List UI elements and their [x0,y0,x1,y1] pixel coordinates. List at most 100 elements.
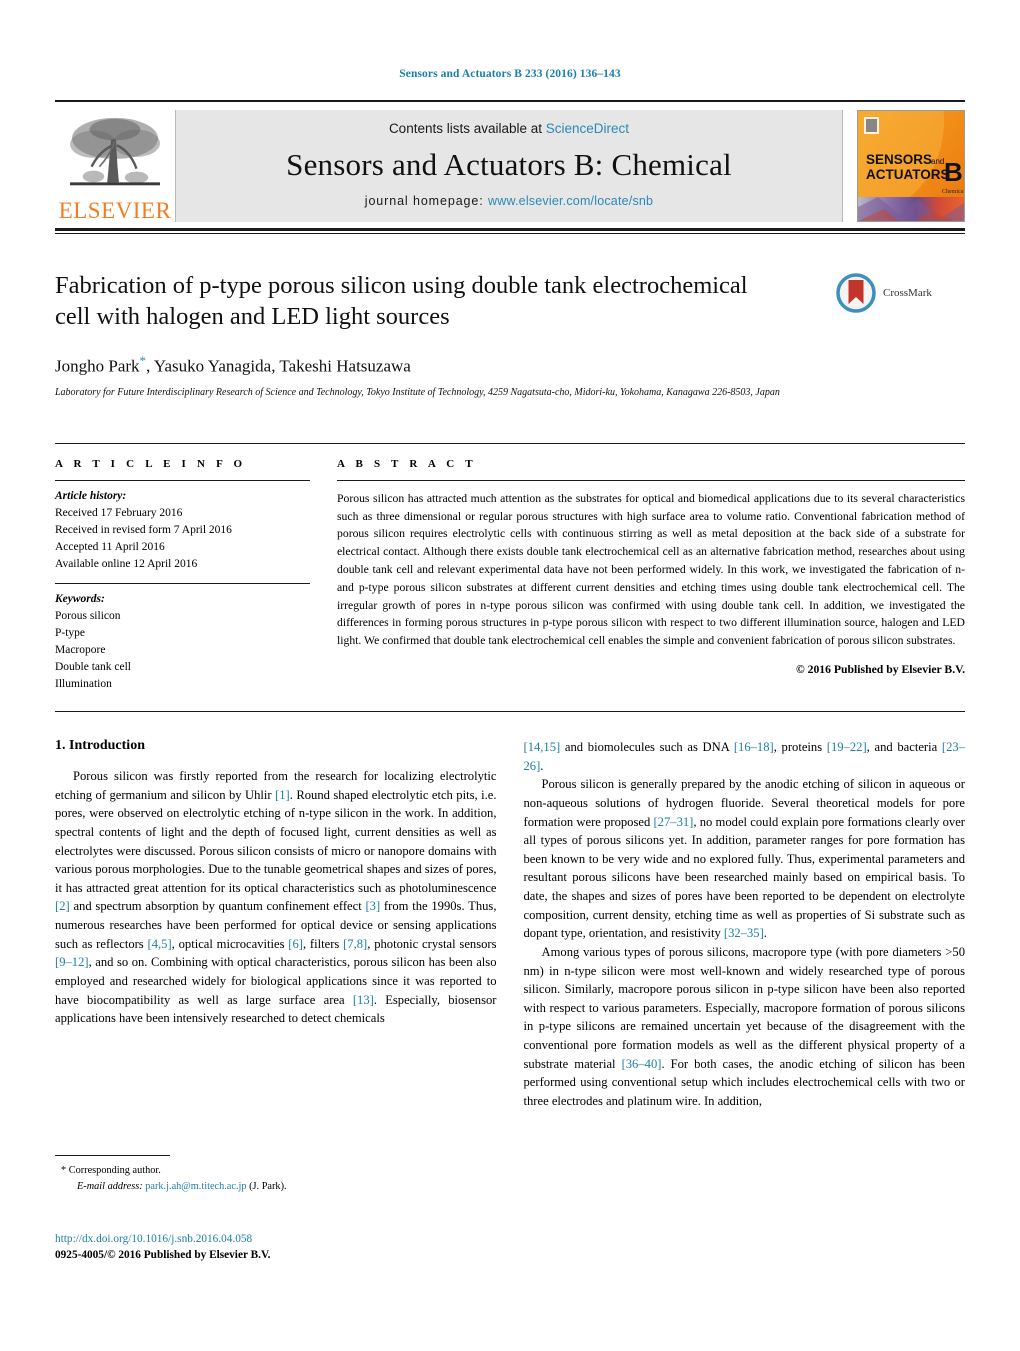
journal-masthead: ELSEVIER Contents lists available at Sci… [55,100,965,222]
intro-paragraph-2: Porous silicon is generally prepared by … [524,775,966,943]
abstract-heading: A B S T R A C T [337,457,477,470]
citation-ref[interactable]: [13] [353,993,374,1007]
journal-homepage-link[interactable]: www.elsevier.com/locate/snb [488,194,653,208]
citation-ref[interactable]: [32–35] [724,926,764,940]
history-item: Received in revised form 7 April 2016 [55,523,232,536]
author-first: Jongho Park [55,356,140,376]
body-text: . [763,926,767,941]
citation-ref[interactable]: [27–31] [653,815,693,829]
info-abstract-region: A R T I C L E I N F O Article history: R… [55,442,965,693]
body-text: , photonic crystal sensors [367,936,497,951]
intro-paragraph-1: Porous silicon was firstly reported from… [55,767,497,1028]
body-text: , proteins [773,740,827,755]
email-link[interactable]: park.j.ah@m.titech.ac.jp [145,1181,246,1192]
journal-title: Sensors and Actuators B: Chemical [286,147,732,182]
keyword-item: P-type [55,626,86,639]
keywords-label: Keywords: [55,592,105,605]
contents-prefix: Contents lists available at [388,121,546,136]
issn-copyright-line: 0925-4005/© 2016 Published by Elsevier B… [55,1249,271,1262]
footnote-text: Corresponding author. [68,1165,161,1176]
abstract-copyright: © 2016 Published by Elsevier B.V. [795,662,965,676]
corresponding-author-footnote: * Corresponding author. E-mail address: … [55,1155,480,1195]
elsevier-logo: ELSEVIER [55,110,175,222]
svg-text:SENSORS: SENSORS [866,152,932,167]
sciencedirect-link[interactable]: ScienceDirect [546,121,629,136]
crossmark-badge[interactable]: CrossMark [835,272,967,314]
history-item: Available online 12 April 2016 [55,557,198,570]
crossmark-label: CrossMark [883,287,932,299]
footnote-marker: * [61,1165,67,1176]
footnote-line-2: E-mail address: park.j.ah@m.titech.ac.jp… [55,1179,480,1195]
article-info-column: A R T I C L E I N F O Article history: R… [55,444,310,693]
citation-ref[interactable]: [14,15] [524,740,561,754]
section-title-introduction: 1. Introduction [55,738,497,754]
article-info-heading: A R T I C L E I N F O [55,457,247,470]
body-column-right: [14,15] and biomolecules such as DNA [16… [524,738,966,1111]
citation-ref[interactable]: [7,8] [343,937,367,951]
body-text: Among various types of porous silicons, … [523,944,966,1071]
abstract-bottom-rule [55,711,965,713]
history-item: Received 17 February 2016 [55,506,183,519]
body-text: . [540,758,544,773]
svg-text:B: B [944,157,963,187]
crossmark-icon [836,273,876,313]
contents-lists-line: Contents lists available at ScienceDirec… [389,121,629,136]
citation-ref[interactable]: [4,5] [148,937,172,951]
body-text: . Round shaped electrolytic etch pits, i… [55,787,497,895]
svg-text:ACTUATORS: ACTUATORS [866,167,950,182]
body-columns: 1. Introduction Porous silicon was first… [55,738,965,1111]
cover-art: SENSORS and ACTUATORS B Chemical [858,111,964,221]
keyword-item: Porous silicon [55,609,121,622]
intro-paragraph-3: Among various types of porous silicons, … [524,943,966,1111]
page-title: Fabrication of p-type porous silicon usi… [55,272,748,331]
body-text: , no model could explain pore formations… [523,814,966,941]
body-column-left: 1. Introduction Porous silicon was first… [55,738,497,1111]
title-block: Fabrication of p-type porous silicon usi… [55,270,965,401]
email-owner: (J. Park). [249,1180,287,1192]
section-number: 1. [55,738,66,754]
author-rest: , Yasuko Yanagida, Takeshi Hatsuzawa [146,356,411,376]
keyword-item: Illumination [55,678,112,691]
body-text: , filters [302,936,344,951]
footnote-rule [55,1155,170,1156]
masthead-rule-thick [55,228,965,231]
doi-link[interactable]: http://dx.doi.org/10.1016/j.snb.2016.04.… [55,1231,270,1247]
journal-cover-thumbnail: SENSORS and ACTUATORS B Chemical [857,110,965,222]
keywords-block: Keywords: Porous silicon P-type Macropor… [55,584,310,693]
svg-text:Chemical: Chemical [942,189,964,195]
body-text: and spectrum absorption by quantum confi… [69,899,366,914]
abstract-column: A B S T R A C T Porous silicon has attra… [337,444,965,693]
email-label: E-mail address: [77,1180,143,1192]
keyword-item: Macropore [55,644,106,656]
citation-ref[interactable]: [19–22] [827,740,867,754]
citation-ref[interactable]: [16–18] [734,740,774,754]
masthead-rule-thin [55,233,965,234]
journal-homepage-line: journal homepage: www.elsevier.com/locat… [365,194,653,208]
body-text: , optical microcavities [171,936,289,951]
abstract-text: Porous silicon has attracted much attent… [337,491,965,648]
keyword-item: Double tank cell [55,661,132,674]
journal-band: Contents lists available at ScienceDirec… [175,110,843,222]
intro-paragraph-1-continuation: [14,15] and biomolecules such as DNA [16… [524,738,966,775]
svg-text:and: and [931,157,944,166]
paper-page: Sensors and Actuators B 233 (2016) 136–1… [0,0,1020,1351]
citation-ref[interactable]: [36–40] [622,1057,662,1071]
article-history-block: Article history: Received 17 February 20… [55,481,310,583]
citation-ref[interactable]: [2] [55,899,70,913]
citation-ref[interactable]: [9–12] [55,955,89,969]
body-text: , and bacteria [866,740,942,755]
article-history-label: Article history: [55,489,127,502]
section-name: Introduction [69,738,145,754]
body-text: and biomolecules such as DNA [560,740,734,755]
citation-ref[interactable]: [6] [288,937,303,951]
citation-ref[interactable]: [1] [275,788,290,802]
history-item: Accepted 11 April 2016 [55,540,165,553]
affiliation: Laboratory for Future Interdisciplinary … [55,387,780,399]
elsevier-wordmark: ELSEVIER [58,198,172,223]
doi-block: http://dx.doi.org/10.1016/j.snb.2016.04.… [55,1231,270,1264]
author-list: Jongho Park*, Yasuko Yanagida, Takeshi H… [55,353,965,377]
running-head: Sensors and Actuators B 233 (2016) 136–1… [399,68,621,80]
elsevier-tree-icon [70,117,160,186]
homepage-prefix: journal homepage: [364,194,484,208]
citation-ref[interactable]: [3] [365,899,380,913]
